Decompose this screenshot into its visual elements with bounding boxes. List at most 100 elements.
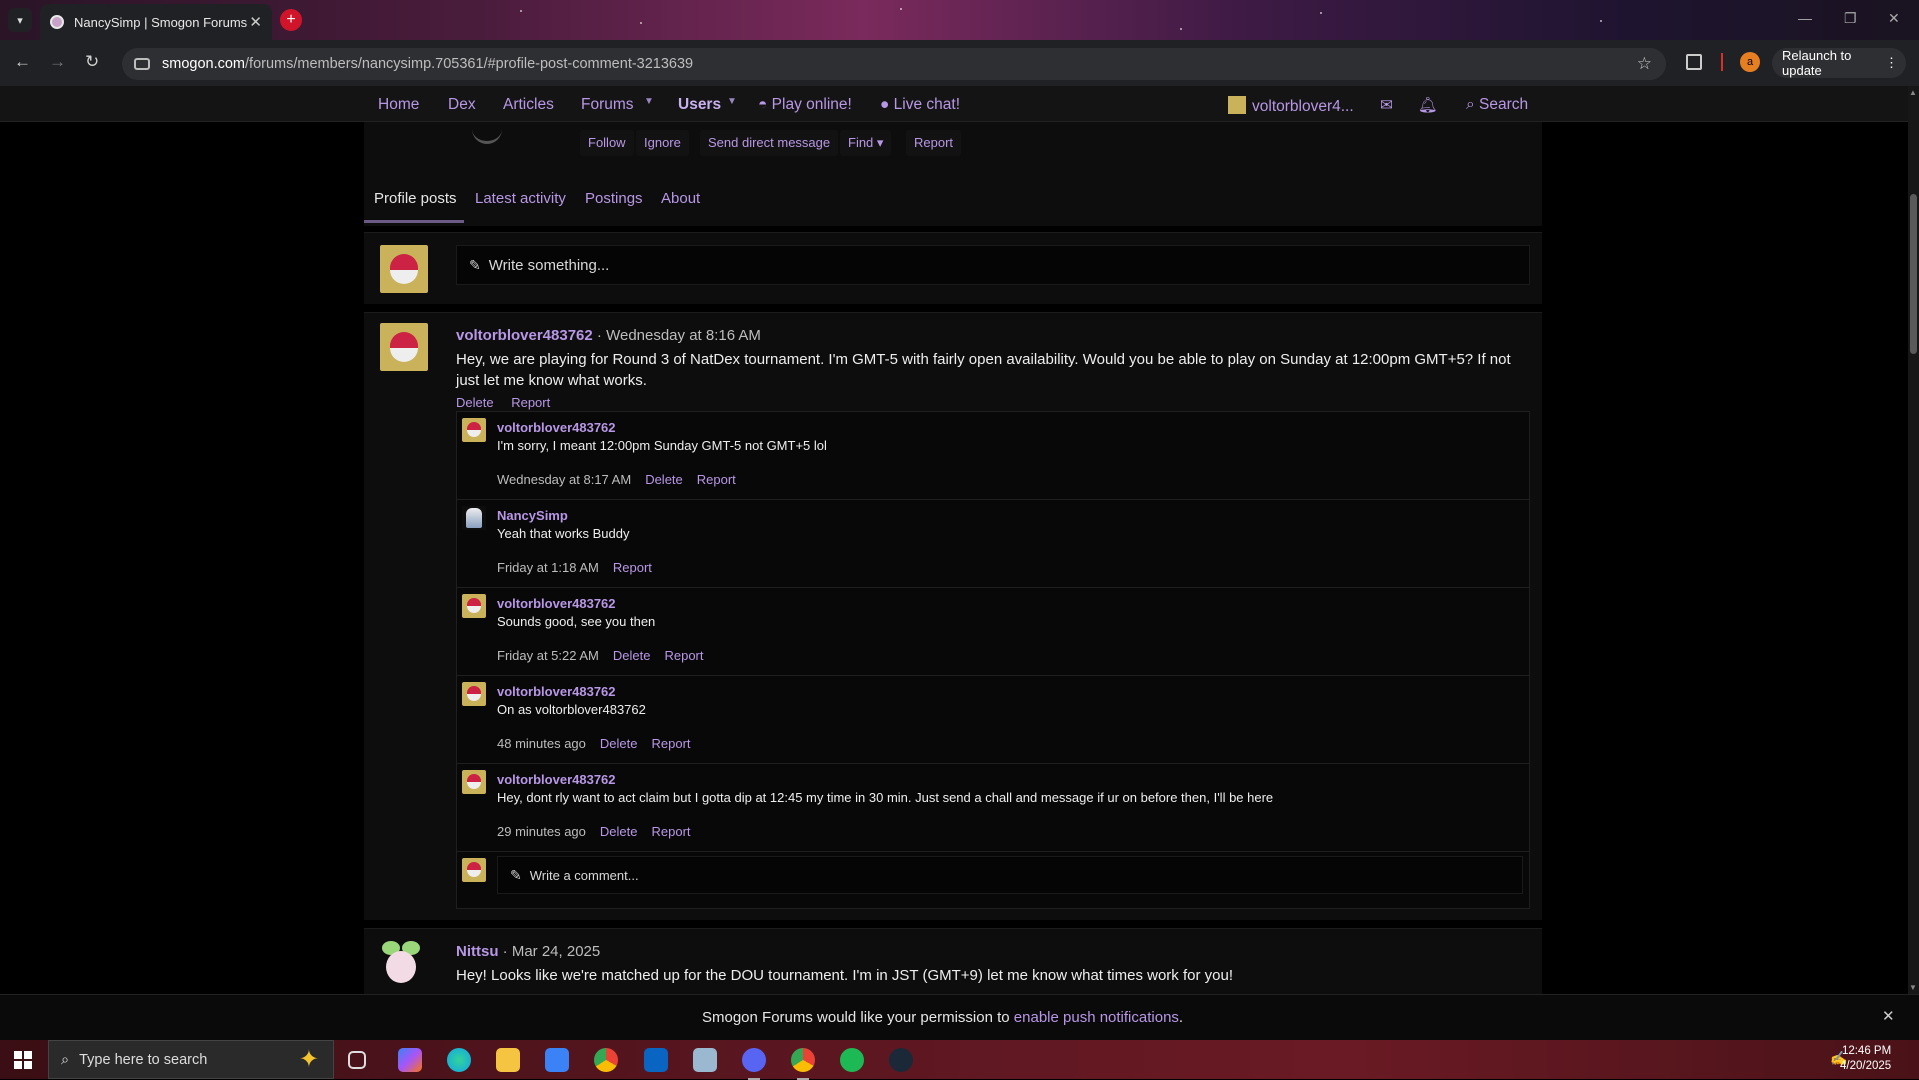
forward-icon[interactable]: → — [49, 52, 66, 72]
report-link[interactable]: Report — [613, 560, 652, 575]
users-dropdown-icon[interactable]: ▼ — [727, 96, 737, 107]
enable-push-link[interactable]: enable push notifications — [1014, 1009, 1179, 1026]
comment-time[interactable]: Friday at 1:18 AM — [497, 560, 599, 575]
avatar[interactable] — [462, 594, 486, 618]
write-something-input[interactable]: ✎ Write something... — [456, 245, 1530, 285]
push-text: Smogon Forums would like your permission… — [702, 1009, 1010, 1026]
steam-icon[interactable] — [889, 1048, 913, 1072]
reload-icon[interactable]: ↻ — [85, 52, 99, 72]
nav-forums[interactable]: Forums — [581, 96, 634, 114]
windows-start-icon[interactable] — [14, 1051, 32, 1069]
tab-latest-activity[interactable]: Latest activity — [475, 190, 566, 207]
extensions-icon[interactable] — [1686, 54, 1702, 70]
nittsu-avatar[interactable] — [380, 941, 424, 987]
avatar[interactable] — [462, 418, 486, 442]
delete-link[interactable]: Delete — [600, 736, 638, 751]
minimize-icon[interactable]: — — [1798, 10, 1812, 26]
system-clock[interactable]: 12:46 PM 4/20/2025 — [1840, 1044, 1891, 1074]
avatar[interactable] — [380, 323, 428, 371]
comment-time[interactable]: 48 minutes ago — [497, 736, 586, 751]
site-info-icon[interactable] — [134, 58, 150, 70]
comment-author-link[interactable]: voltorblover483762 — [497, 772, 616, 787]
nav-live-chat[interactable]: ● Live chat! — [880, 96, 960, 114]
comment-text: Yeah that works Buddy — [497, 526, 630, 541]
edge-icon[interactable] — [447, 1048, 471, 1072]
new-tab-button[interactable]: + — [280, 9, 302, 31]
report-link[interactable]: Report — [664, 648, 703, 663]
nav-account[interactable]: voltorblover4... — [1228, 96, 1354, 116]
nav-search[interactable]: ⌕ Search — [1466, 96, 1528, 114]
tab-profile-posts[interactable]: Profile posts — [374, 190, 457, 207]
report-profile-button[interactable]: Report — [906, 130, 962, 156]
profile-actions-bar: Follow Ignore Send direct message Find ▾… — [364, 122, 1542, 176]
nav-home[interactable]: Home — [378, 96, 419, 114]
tab-postings[interactable]: Postings — [585, 190, 643, 207]
comment-author-link[interactable]: voltorblover483762 — [497, 596, 616, 611]
avatar[interactable] — [462, 770, 486, 794]
microsoft-store-icon[interactable] — [545, 1048, 569, 1072]
report-link[interactable]: Report — [651, 824, 690, 839]
inbox-icon[interactable]: ✉ — [1380, 96, 1393, 115]
bookmark-star-icon[interactable]: ☆ — [1637, 54, 1652, 74]
copilot-icon[interactable] — [398, 1048, 422, 1072]
tab-about[interactable]: About — [661, 190, 700, 207]
post-header: Nittsu · Mar 24, 2025 — [456, 943, 600, 960]
comments-list: voltorblover483762 I'm sorry, I meant 12… — [456, 411, 1530, 909]
scroll-thumb[interactable] — [1910, 194, 1917, 354]
post-time[interactable]: · Mar 24, 2025 — [503, 943, 601, 960]
write-comment-input[interactable]: ✎ Write a comment... — [497, 856, 1523, 894]
comment-author-link[interactable]: voltorblover483762 — [497, 420, 616, 435]
back-icon[interactable]: ← — [14, 52, 31, 72]
delete-link[interactable]: Delete — [613, 648, 651, 663]
restore-icon[interactable]: ❐ — [1844, 10, 1857, 27]
delete-link[interactable]: Delete — [645, 472, 683, 487]
discord-icon[interactable] — [742, 1048, 766, 1080]
taskbar-search-box[interactable]: ⌕ Type here to search ✦ — [48, 1040, 334, 1079]
follow-button[interactable]: Follow — [580, 130, 634, 156]
tab-search-button[interactable]: ▾ — [8, 8, 32, 32]
menu-kebab-icon[interactable]: ⋮ — [1885, 55, 1898, 71]
comment-time[interactable]: 29 minutes ago — [497, 824, 586, 839]
nancysimp-avatar[interactable] — [462, 506, 486, 530]
find-button[interactable]: Find ▾ — [840, 130, 892, 156]
nav-play-online[interactable]: ◓ Play online! — [758, 96, 852, 114]
chrome-icon[interactable] — [594, 1048, 618, 1072]
browser-tab-active[interactable]: NancySimp | Smogon Forums ✕ — [40, 4, 272, 40]
post-author-link[interactable]: Nittsu — [456, 943, 499, 960]
scroll-up-icon[interactable]: ▲ — [1909, 88, 1917, 97]
forums-dropdown-icon[interactable]: ▼ — [644, 96, 654, 107]
nav-dex[interactable]: Dex — [448, 96, 476, 114]
chrome-active-icon[interactable] — [791, 1048, 815, 1080]
delete-link[interactable]: Delete — [456, 395, 494, 410]
nav-articles[interactable]: Articles — [503, 96, 554, 114]
close-icon[interactable]: ✕ — [1882, 1007, 1895, 1025]
report-link[interactable]: Report — [697, 472, 736, 487]
scroll-down-icon[interactable]: ▼ — [1909, 983, 1917, 992]
avatar[interactable] — [462, 682, 486, 706]
notes-icon[interactable] — [693, 1048, 717, 1072]
report-link[interactable]: Report — [651, 736, 690, 751]
relaunch-to-update-button[interactable]: Relaunch to update ⋮ — [1772, 48, 1906, 78]
close-window-icon[interactable]: ✕ — [1888, 10, 1900, 27]
comment-time[interactable]: Friday at 5:22 AM — [497, 648, 599, 663]
file-explorer-icon[interactable] — [496, 1048, 520, 1072]
delete-link[interactable]: Delete — [600, 824, 638, 839]
nav-users[interactable]: Users — [678, 96, 721, 114]
url-bar[interactable]: smogon.com /forums/members/nancysimp.705… — [122, 48, 1666, 80]
report-link[interactable]: Report — [511, 395, 550, 410]
profile-avatar-icon[interactable]: a — [1740, 52, 1760, 72]
task-view-icon[interactable] — [348, 1051, 366, 1069]
bell-icon[interactable]: 🔔︎ — [1418, 96, 1438, 115]
spotify-icon[interactable] — [840, 1048, 864, 1072]
profile-tabs: Profile posts Latest activity Postings A… — [364, 176, 1542, 226]
page-scrollbar[interactable]: ▲ ▼ — [1908, 86, 1919, 994]
post-author-link[interactable]: voltorblover483762 — [456, 327, 593, 344]
send-dm-button[interactable]: Send direct message — [700, 130, 839, 156]
close-tab-icon[interactable]: ✕ — [249, 13, 262, 31]
comment-author-link[interactable]: voltorblover483762 — [497, 684, 616, 699]
post-time[interactable]: · Wednesday at 8:16 AM — [597, 327, 761, 344]
comment-author-link[interactable]: NancySimp — [497, 508, 568, 523]
ignore-button[interactable]: Ignore — [636, 130, 689, 156]
outlook-icon[interactable] — [644, 1048, 668, 1072]
comment-time[interactable]: Wednesday at 8:17 AM — [497, 472, 631, 487]
